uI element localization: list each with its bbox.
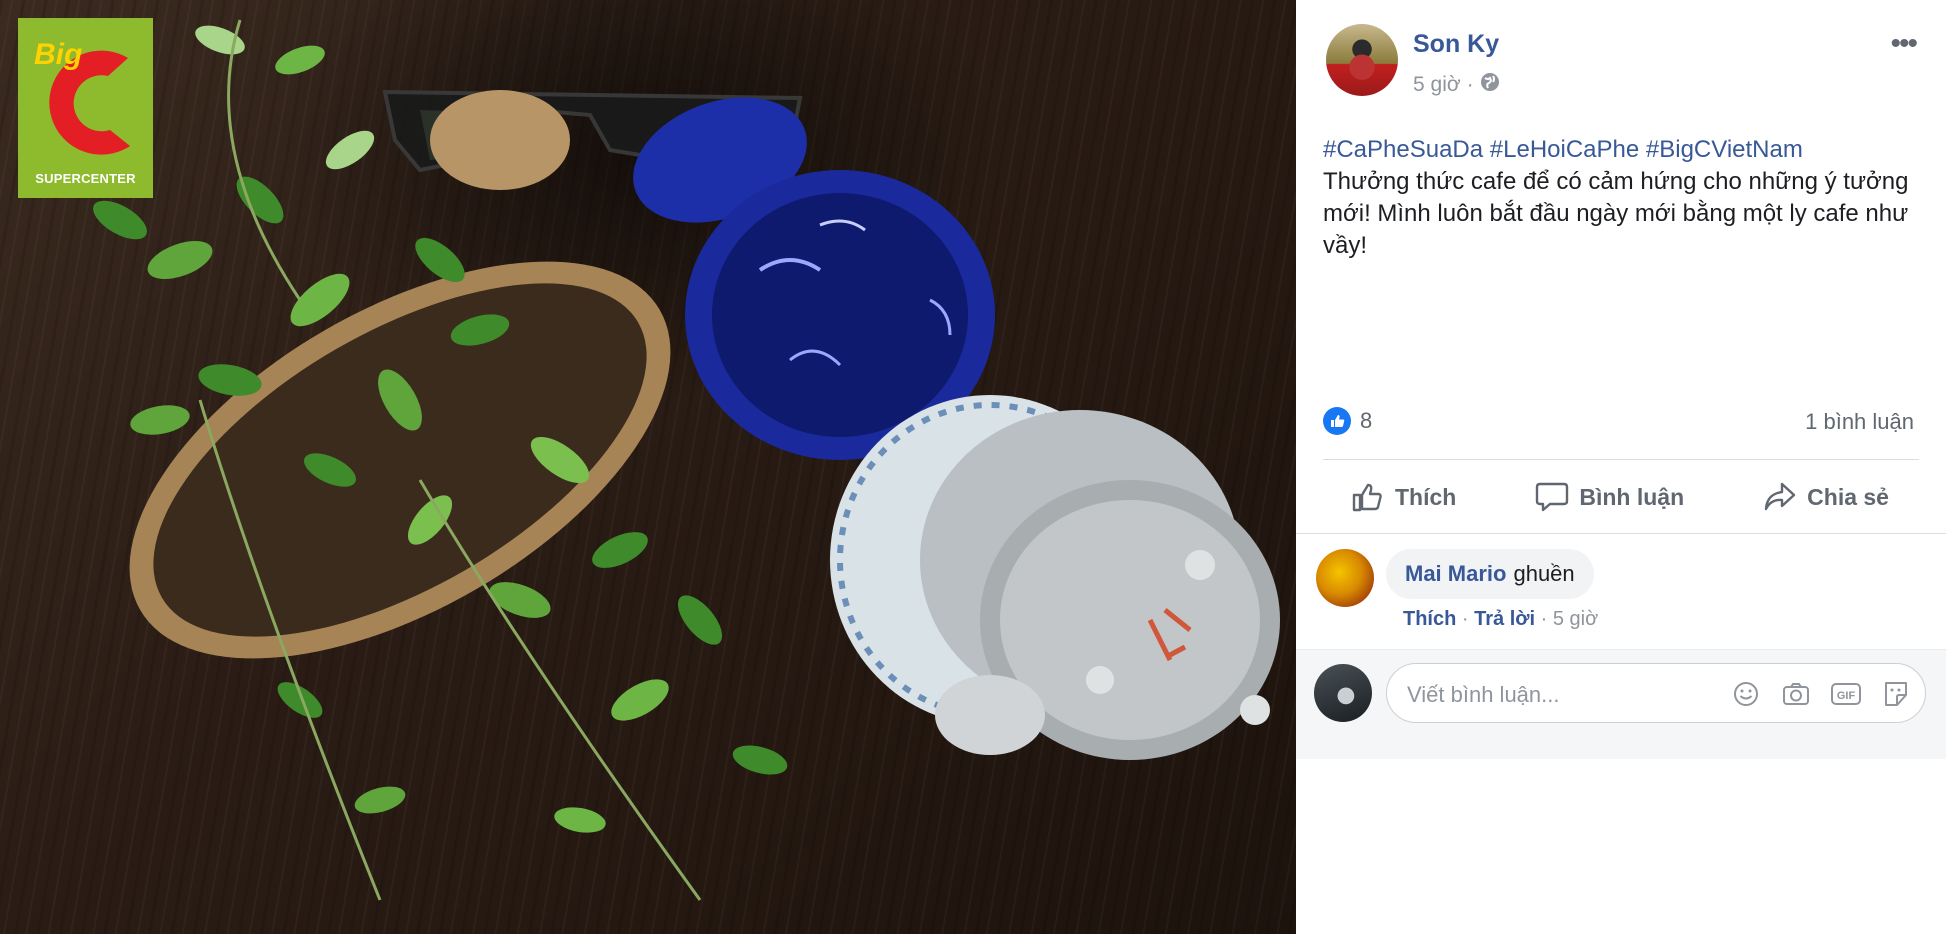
post-body: #CaPheSuaDa #LeHoiCaPhe #BigCVietNam Thư… <box>1323 134 1923 262</box>
share-icon <box>1764 482 1796 511</box>
blue-cup <box>633 97 995 460</box>
comment-bubble: Mai Mario ghuền <box>1386 549 1594 599</box>
comment-actions: Thích · Trả lời · 5 giờ <box>1403 608 1598 631</box>
comment-composer: Viết bình luận... GIF <box>1296 649 1946 759</box>
meta-separator: · <box>1466 73 1474 96</box>
gif-icon[interactable]: GIF <box>1827 678 1865 710</box>
commenter-avatar[interactable] <box>1316 549 1374 607</box>
like-label: Thích <box>1395 483 1457 510</box>
logo-word: Big <box>34 38 82 71</box>
coffee-filter <box>830 395 1280 760</box>
post-panel: Son Ky 5 giờ · ••• #CaPheSuaDa #LeHoiCaP… <box>1296 0 1946 934</box>
comment-like-link[interactable]: Thích <box>1403 608 1456 630</box>
emoji-icon[interactable] <box>1727 678 1765 710</box>
like-count: 8 <box>1360 408 1373 433</box>
post-meta: 5 giờ · <box>1413 72 1500 98</box>
logo-caption: SUPERCENTER <box>35 171 136 186</box>
like-button[interactable]: Thích <box>1351 481 1456 513</box>
post-photo[interactable]: Big SUPERCENTER <box>0 0 1296 934</box>
comments-section: Mai Mario ghuền Thích · Trả lời · 5 giờ … <box>1296 534 1946 934</box>
comment-input-placeholder: Viết bình luận... <box>1407 682 1560 707</box>
separator: · <box>1461 608 1475 630</box>
svg-text:GIF: GIF <box>1837 690 1856 702</box>
author-name[interactable]: Son Ky <box>1413 30 1499 59</box>
current-user-avatar <box>1314 664 1372 722</box>
comment-icon <box>1536 482 1569 512</box>
share-label: Chia sẻ <box>1807 483 1889 510</box>
post-text: Thưởng thức cafe để có cảm hứng cho nhữn… <box>1323 168 1909 259</box>
brand-logo: Big SUPERCENTER <box>18 18 153 198</box>
comment-input[interactable]: Viết bình luận... GIF <box>1386 663 1926 723</box>
globe-icon[interactable] <box>1480 72 1500 98</box>
comment-reply-link[interactable]: Trả lời <box>1474 608 1535 630</box>
comment-label: Bình luận <box>1579 483 1685 510</box>
photo-illustration <box>93 19 1280 901</box>
reaction-summary[interactable]: 8 <box>1323 407 1372 435</box>
divider <box>1323 459 1919 460</box>
comment-time[interactable]: 5 giờ <box>1553 608 1598 630</box>
thumbs-up-icon <box>1352 483 1382 512</box>
comment-text: ghuền <box>1513 561 1575 586</box>
more-icon[interactable]: ••• <box>1890 29 1917 59</box>
post-time[interactable]: 5 giờ <box>1413 73 1461 97</box>
author-avatar[interactable] <box>1326 24 1398 96</box>
like-reaction-icon <box>1323 407 1351 435</box>
post-actions: Thích Bình luận Chia sẻ <box>1323 462 1919 532</box>
comment-count[interactable]: 1 bình luận <box>1805 409 1914 435</box>
commenter-name[interactable]: Mai Mario <box>1405 561 1506 587</box>
camera-icon[interactable] <box>1777 678 1815 710</box>
separator: · <box>1540 608 1553 630</box>
post-hashtags[interactable]: #CaPheSuaDa #LeHoiCaPhe #BigCVietNam <box>1323 134 1923 166</box>
composer-icons: GIF <box>1727 678 1915 710</box>
sticker-icon[interactable] <box>1877 678 1915 710</box>
share-button[interactable]: Chia sẻ <box>1763 481 1889 513</box>
comment-button[interactable]: Bình luận <box>1535 481 1684 513</box>
